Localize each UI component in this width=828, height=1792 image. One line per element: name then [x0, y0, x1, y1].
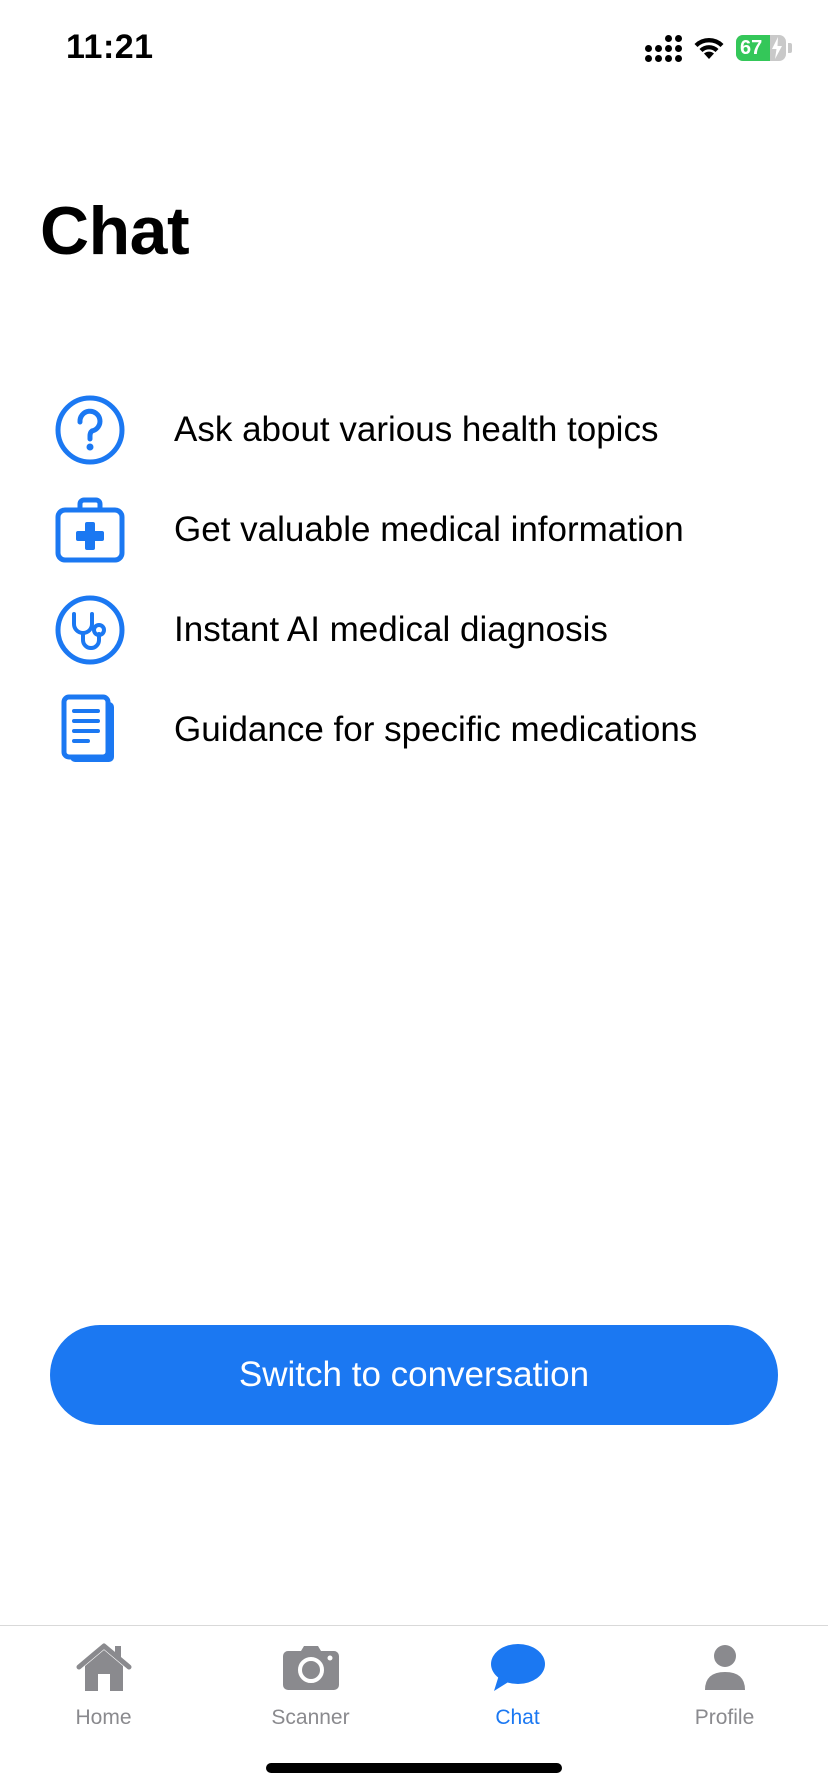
- feature-item-medical-information: Get valuable medical information: [52, 480, 792, 580]
- wifi-icon: [694, 37, 724, 59]
- chat-bubble-icon: [488, 1638, 548, 1698]
- home-icon: [74, 1638, 134, 1698]
- feature-text: Guidance for specific medications: [174, 710, 698, 749]
- battery-level: 67: [740, 36, 763, 59]
- feature-text: Get valuable medical information: [174, 510, 684, 549]
- stethoscope-icon: [52, 592, 128, 668]
- feature-text: Ask about various health topics: [174, 410, 659, 449]
- status-time: 11:21: [66, 28, 154, 66]
- home-indicator: [266, 1763, 562, 1773]
- tab-label: Profile: [694, 1706, 755, 1729]
- page-title: Chat: [40, 193, 190, 269]
- feature-list: Ask about various health topics Get valu…: [52, 380, 792, 780]
- tab-chat[interactable]: Chat: [414, 1626, 621, 1730]
- battery-icon: 67: [736, 35, 786, 61]
- feature-item-ai-diagnosis: Instant AI medical diagnosis: [52, 580, 792, 680]
- cellular-signal-icon: [645, 34, 682, 62]
- question-circle-icon: [52, 392, 128, 468]
- tab-label: Chat: [495, 1706, 540, 1729]
- battery-cap: [788, 43, 792, 53]
- status-icons: 67: [645, 34, 792, 62]
- person-icon: [695, 1638, 755, 1698]
- switch-to-conversation-button[interactable]: Switch to conversation: [50, 1325, 778, 1425]
- tab-profile[interactable]: Profile: [621, 1626, 828, 1730]
- feature-item-health-topics: Ask about various health topics: [52, 380, 792, 480]
- tab-label: Home: [75, 1706, 132, 1729]
- tab-scanner[interactable]: Scanner: [207, 1626, 414, 1730]
- medical-kit-icon: [52, 492, 128, 568]
- feature-item-medication-guidance: Guidance for specific medications: [52, 680, 792, 780]
- tab-home[interactable]: Home: [0, 1626, 207, 1730]
- charging-bolt-icon: [772, 37, 782, 59]
- status-bar: 11:21 67: [0, 0, 828, 100]
- tab-label: Scanner: [271, 1706, 350, 1729]
- feature-text: Instant AI medical diagnosis: [174, 610, 608, 649]
- camera-icon: [281, 1638, 341, 1698]
- document-icon: [52, 692, 128, 768]
